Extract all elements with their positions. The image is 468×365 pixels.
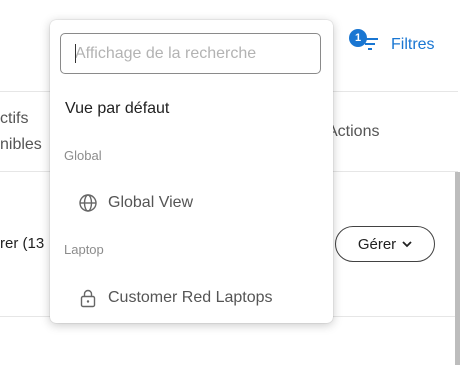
globe-icon bbox=[79, 194, 97, 212]
manage-button[interactable]: Gérer bbox=[335, 226, 435, 262]
scrollbar[interactable] bbox=[455, 172, 460, 365]
default-view-option[interactable]: Vue par défaut bbox=[65, 100, 169, 118]
view-option-global-view[interactable]: Global View bbox=[78, 193, 193, 213]
view-option-label: Customer Red Laptops bbox=[108, 289, 273, 306]
column-header-active-line2: nibles bbox=[0, 136, 42, 153]
search-views-input[interactable] bbox=[60, 33, 321, 74]
column-header-active-line1: ctifs bbox=[0, 110, 29, 127]
view-option-label: Global View bbox=[108, 194, 194, 211]
view-option-customer-red-laptops[interactable]: Customer Red Laptops bbox=[78, 288, 273, 308]
chevron-down-icon bbox=[402, 240, 412, 247]
view-dropdown-panel: Vue par défaut Global Global View Laptop… bbox=[50, 20, 333, 323]
column-header-actions: Actions bbox=[327, 123, 380, 140]
manage-button-label: Gérer bbox=[357, 235, 397, 253]
group-label-global: Global bbox=[64, 148, 102, 163]
text-caret bbox=[75, 44, 76, 63]
row-name-text: rer (13 bbox=[0, 235, 45, 252]
group-label-laptop: Laptop bbox=[64, 242, 104, 257]
filters-button[interactable]: Filtres bbox=[391, 36, 435, 54]
lock-icon bbox=[80, 289, 96, 308]
filter-icon[interactable] bbox=[362, 37, 378, 51]
